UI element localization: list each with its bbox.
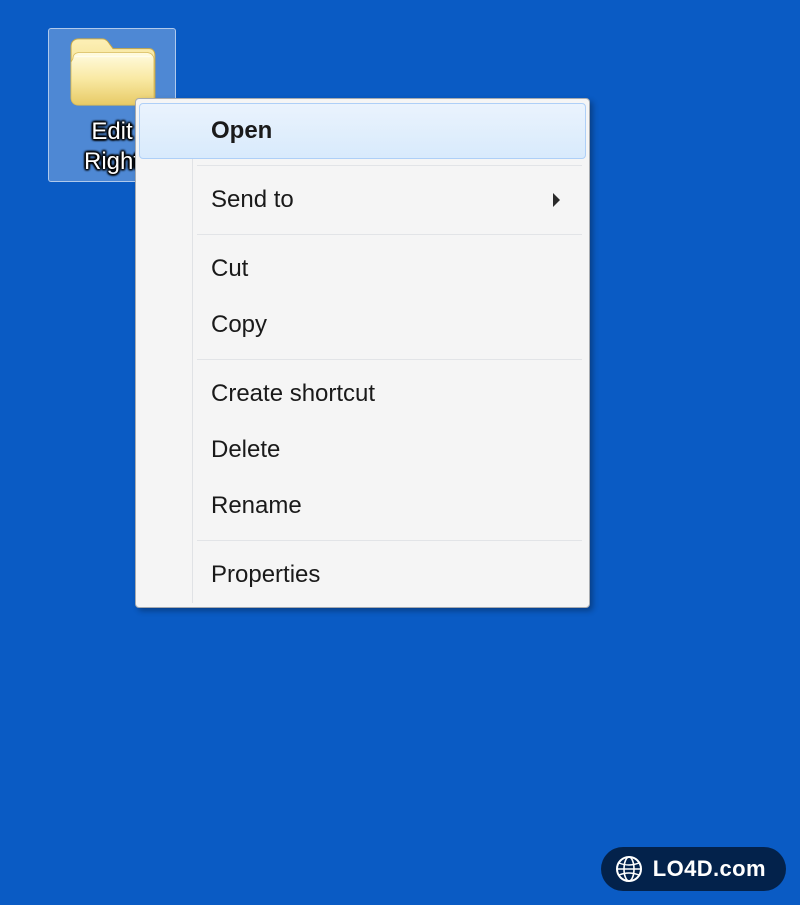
menu-item-label: Copy bbox=[211, 311, 568, 339]
menu-item-label: Open bbox=[211, 117, 568, 145]
menu-item-send-to[interactable]: Send to bbox=[139, 172, 586, 228]
globe-icon bbox=[615, 855, 643, 883]
menu-item-label: Delete bbox=[211, 436, 568, 464]
menu-item-rename[interactable]: Rename bbox=[139, 478, 586, 534]
menu-separator bbox=[197, 359, 582, 360]
menu-item-cut[interactable]: Cut bbox=[139, 241, 586, 297]
menu-item-delete[interactable]: Delete bbox=[139, 422, 586, 478]
menu-item-label: Create shortcut bbox=[211, 380, 568, 408]
menu-item-label: Cut bbox=[211, 255, 568, 283]
menu-separator bbox=[197, 540, 582, 541]
chevron-right-icon bbox=[552, 192, 562, 208]
menu-item-create-shortcut[interactable]: Create shortcut bbox=[139, 366, 586, 422]
menu-item-label: Rename bbox=[211, 492, 568, 520]
menu-item-properties[interactable]: Properties bbox=[139, 547, 586, 603]
menu-separator bbox=[197, 165, 582, 166]
menu-separator bbox=[197, 234, 582, 235]
menu-item-copy[interactable]: Copy bbox=[139, 297, 586, 353]
watermark-text: LO4D.com bbox=[653, 856, 766, 882]
menu-item-label: Properties bbox=[211, 561, 568, 589]
watermark-badge: LO4D.com bbox=[601, 847, 786, 891]
menu-item-open[interactable]: Open bbox=[139, 103, 586, 159]
menu-item-label: Send to bbox=[211, 186, 552, 214]
context-menu: Open Send to Cut Copy bbox=[135, 98, 590, 608]
